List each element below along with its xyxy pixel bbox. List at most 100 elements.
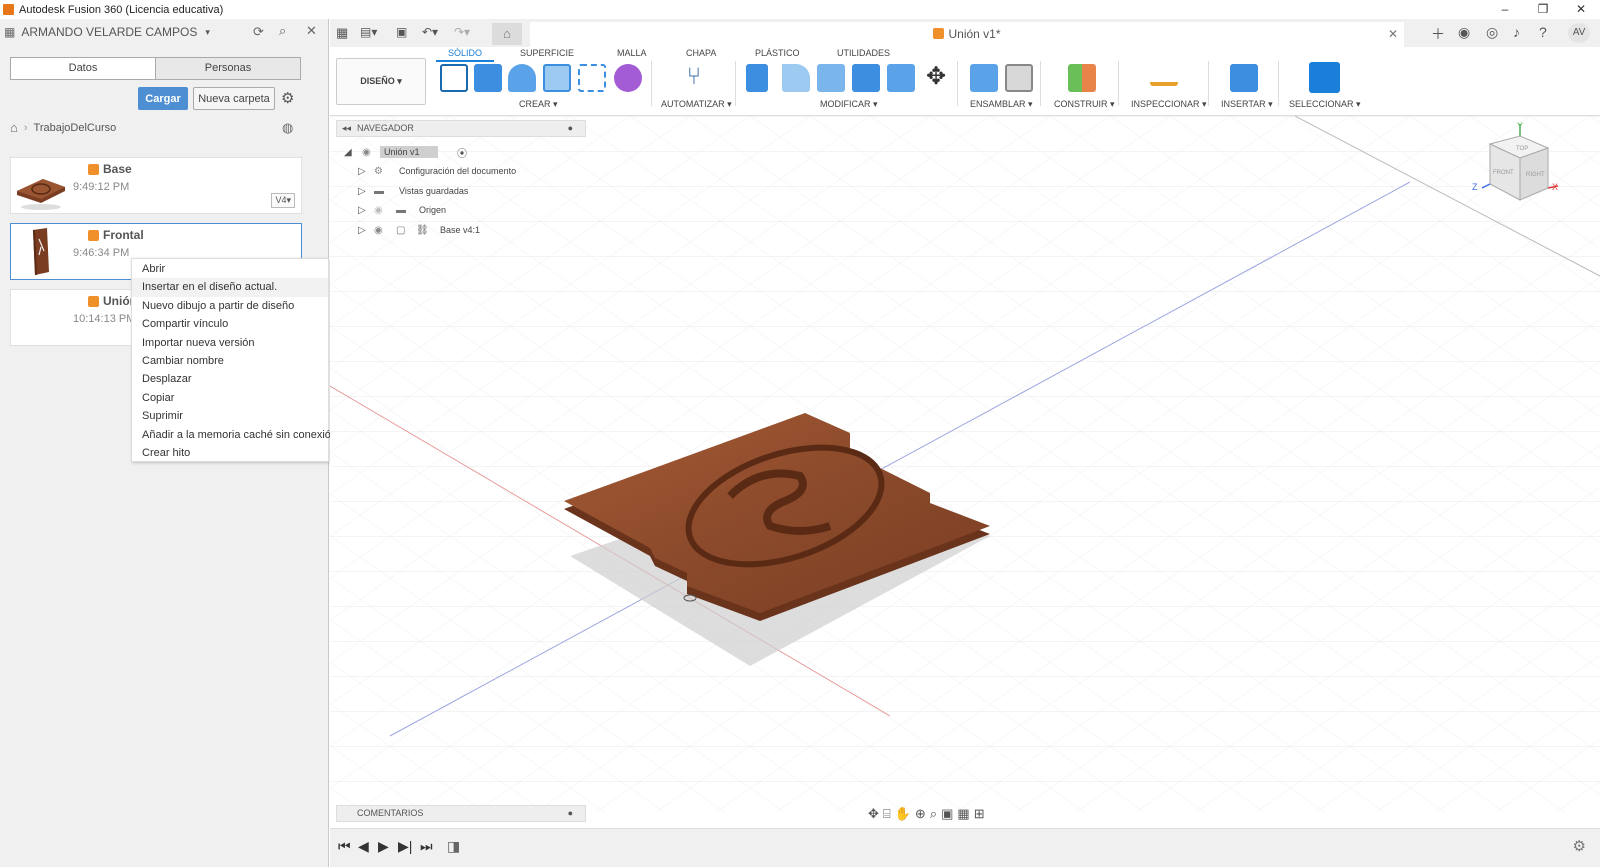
group-ensamblar[interactable]: ENSAMBLAR ▾ bbox=[970, 99, 1033, 110]
play-icon[interactable]: ▶ bbox=[378, 838, 389, 855]
redo-icon[interactable]: ↷▾ bbox=[454, 25, 470, 39]
file-menu-icon[interactable]: ▤▾ bbox=[360, 25, 377, 39]
joint-icon[interactable] bbox=[1005, 64, 1033, 92]
tab-superficie[interactable]: SUPERFICIE bbox=[520, 48, 574, 58]
group-modificar[interactable]: MODIFICAR ▾ bbox=[820, 99, 878, 110]
measure-icon[interactable] bbox=[1150, 64, 1178, 86]
expand-triangle-icon[interactable]: ▷ bbox=[358, 225, 366, 236]
viewports-icon[interactable]: ⊞ bbox=[974, 806, 985, 822]
construct-plane-icon[interactable] bbox=[1068, 64, 1096, 92]
new-tab-icon[interactable]: ＋ bbox=[1431, 24, 1445, 44]
prev-step-icon[interactable]: ◀ bbox=[358, 838, 369, 855]
group-inspeccionar[interactable]: INSPECCIONAR ▾ bbox=[1131, 99, 1207, 110]
minimize-button[interactable]: – bbox=[1486, 0, 1524, 19]
close-panel-icon[interactable]: ✕ bbox=[306, 23, 317, 39]
pan-icon[interactable]: ✋ bbox=[895, 806, 911, 822]
menu-item-cache[interactable]: Añadir a la memoria caché sin conexión bbox=[132, 426, 337, 444]
tab-chapa[interactable]: CHAPA bbox=[686, 48, 716, 58]
eye-icon[interactable]: ◉ bbox=[362, 147, 371, 158]
fillet-icon[interactable] bbox=[782, 64, 810, 92]
home-icon[interactable]: ⌂ bbox=[10, 120, 18, 135]
next-step-icon[interactable]: ▶| bbox=[398, 838, 412, 855]
tab-datos[interactable]: Datos bbox=[11, 58, 156, 79]
pin-icon[interactable]: ● bbox=[568, 121, 573, 136]
activate-radio-icon[interactable]: ⦿ bbox=[457, 145, 467, 160]
menu-item-suprimir[interactable]: Suprimir bbox=[132, 407, 328, 425]
undo-icon[interactable]: ↶▾ bbox=[422, 25, 438, 39]
menu-item-copiar[interactable]: Copiar bbox=[132, 389, 328, 407]
menu-item-crear-hito[interactable]: Crear hito bbox=[132, 444, 328, 462]
file-card-base[interactable]: Base 9:49:12 PM V4▾ bbox=[10, 157, 302, 214]
eye-icon[interactable]: ◉ bbox=[374, 225, 383, 236]
tab-solido[interactable]: SÓLIDO bbox=[436, 48, 495, 62]
extensions-icon[interactable]: ◉ bbox=[1458, 24, 1470, 41]
chamfer-icon[interactable] bbox=[817, 64, 845, 92]
help-icon[interactable]: ? bbox=[1539, 24, 1547, 40]
navigator-header[interactable]: ◂◂ NAVEGADOR ● bbox=[336, 120, 586, 137]
collapse-icon[interactable]: ◂◂ bbox=[342, 121, 351, 136]
select-icon[interactable] bbox=[1309, 62, 1340, 93]
group-crear[interactable]: CREAR ▾ bbox=[519, 99, 558, 110]
menu-item-abrir[interactable]: Abrir bbox=[132, 260, 328, 278]
app-grid-icon[interactable]: ▦ bbox=[336, 25, 348, 41]
menu-item-nuevo-dibujo[interactable]: Nuevo dibujo a partir de diseño bbox=[132, 297, 328, 315]
create-form-icon[interactable] bbox=[614, 64, 642, 92]
teams-grid-icon[interactable]: ▦ bbox=[4, 25, 15, 39]
grid-settings-icon[interactable]: ▦ bbox=[957, 806, 969, 822]
close-window-button[interactable]: ✕ bbox=[1562, 0, 1600, 19]
hole-icon[interactable] bbox=[543, 64, 571, 92]
last-step-icon[interactable]: ⏭ bbox=[420, 838, 433, 855]
first-step-icon[interactable]: ⏮ bbox=[338, 838, 351, 855]
avatar[interactable]: AV bbox=[1568, 23, 1590, 43]
root-component-label[interactable]: Unión v1 bbox=[380, 146, 438, 158]
refresh-icon[interactable]: ⟳ bbox=[253, 24, 264, 40]
eye-hidden-icon[interactable]: ◉ bbox=[374, 205, 383, 216]
menu-item-cambiar-nombre[interactable]: Cambiar nombre bbox=[132, 352, 328, 370]
notifications-icon[interactable]: ♪ bbox=[1513, 24, 1520, 40]
expand-triangle-icon[interactable]: ▷ bbox=[358, 166, 366, 177]
shell-icon[interactable] bbox=[852, 64, 880, 92]
extrude-icon[interactable] bbox=[474, 64, 502, 92]
tab-malla[interactable]: MALLA bbox=[617, 48, 647, 58]
timeline-feature-icon[interactable]: ◨ bbox=[447, 838, 460, 855]
chevron-down-icon[interactable]: ▾ bbox=[205, 27, 210, 38]
restore-button[interactable]: ❐ bbox=[1524, 0, 1562, 19]
look-at-icon[interactable]: ⌸ bbox=[883, 806, 891, 822]
create-sketch-icon[interactable] bbox=[440, 64, 468, 92]
tab-personas[interactable]: Personas bbox=[156, 58, 300, 79]
gear-icon[interactable]: ⚙ bbox=[281, 89, 294, 107]
insert-image-icon[interactable] bbox=[1230, 64, 1258, 92]
fit-icon[interactable]: ⌕ bbox=[930, 806, 937, 822]
automate-icon[interactable]: ⑂ bbox=[680, 64, 708, 92]
pattern-icon[interactable] bbox=[578, 64, 606, 92]
menu-item-desplazar[interactable]: Desplazar bbox=[132, 370, 328, 388]
breadcrumb-folder[interactable]: TrabajoDelCurso bbox=[34, 122, 117, 134]
expand-triangle-icon[interactable]: ▷ bbox=[358, 186, 366, 197]
group-construir[interactable]: CONSTRUIR ▾ bbox=[1054, 99, 1115, 110]
orbit-icon[interactable]: ✥ bbox=[868, 806, 879, 822]
globe-icon[interactable]: ◍ bbox=[282, 120, 293, 136]
tab-plastico[interactable]: PLÁSTICO bbox=[755, 48, 800, 58]
group-automatizar[interactable]: AUTOMATIZAR ▾ bbox=[661, 99, 732, 110]
new-folder-button[interactable]: Nueva carpeta bbox=[193, 87, 275, 110]
version-dropdown[interactable]: V4▾ bbox=[271, 193, 295, 208]
pin-icon[interactable]: ● bbox=[568, 806, 573, 821]
revolve-icon[interactable] bbox=[508, 64, 536, 92]
workspace-dropdown[interactable]: DISEÑO ▾ bbox=[336, 58, 426, 105]
comments-panel[interactable]: COMENTARIOS ● bbox=[336, 805, 586, 822]
menu-item-compartir[interactable]: Compartir vínculo bbox=[132, 315, 328, 333]
group-insertar[interactable]: INSERTAR ▾ bbox=[1221, 99, 1273, 110]
zoom-icon[interactable]: ⊕ bbox=[915, 806, 926, 822]
move-icon[interactable]: ✥ bbox=[922, 64, 950, 92]
upload-button[interactable]: Cargar bbox=[138, 87, 188, 110]
timeline-settings-icon[interactable]: ⚙ bbox=[1573, 837, 1586, 855]
tab-utilidades[interactable]: UTILIDADES bbox=[837, 48, 890, 58]
home-tab-button[interactable]: ⌂ bbox=[492, 23, 522, 45]
display-settings-icon[interactable]: ▣ bbox=[941, 806, 953, 822]
document-tab[interactable]: Unión v1* ✕ bbox=[530, 22, 1404, 47]
job-status-icon[interactable]: ◎ bbox=[1486, 24, 1498, 41]
user-name-dropdown[interactable]: ARMANDO VELARDE CAMPOS bbox=[21, 25, 197, 39]
menu-item-importar[interactable]: Importar nueva versión bbox=[132, 334, 328, 352]
combine-icon[interactable] bbox=[887, 64, 915, 92]
expand-triangle-icon[interactable]: ▷ bbox=[358, 205, 366, 216]
